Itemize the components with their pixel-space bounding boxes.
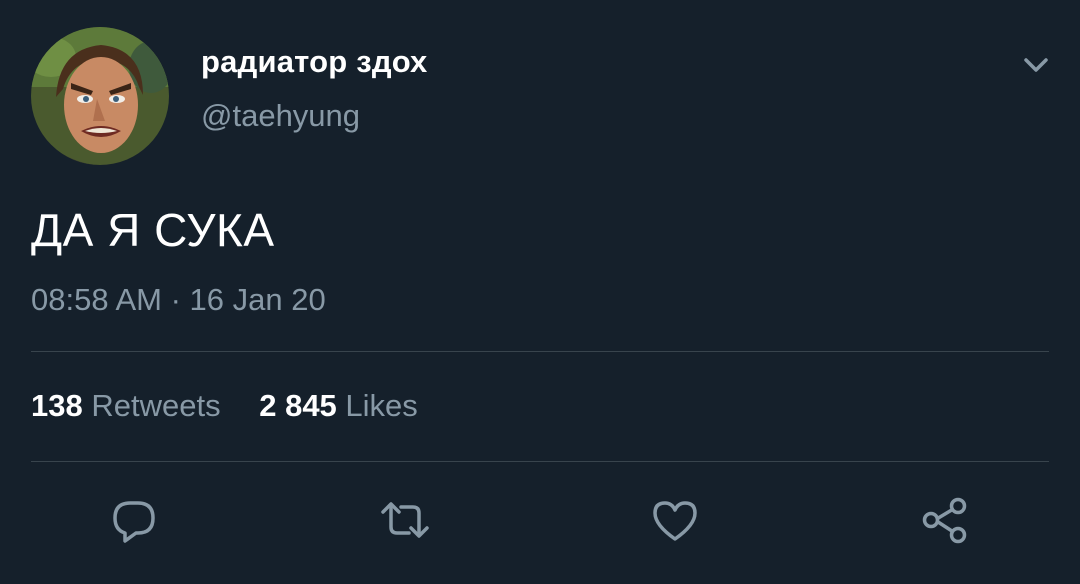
tweet-stats: 138 Retweets 2 845 Likes <box>31 388 418 424</box>
retweets-label: Retweets <box>91 388 221 423</box>
reply-icon <box>113 501 155 543</box>
retweets-stat[interactable]: 138 Retweets <box>31 388 221 424</box>
timestamp[interactable]: 08:58 AM · 16 Jan 20 <box>31 282 326 318</box>
handle[interactable]: @taehyung <box>201 98 360 134</box>
divider <box>31 351 1049 352</box>
heart-icon <box>653 501 697 541</box>
tweet-detail: радиатор здох @taehyung ДА Я СУКА 08:58 … <box>0 0 1080 584</box>
chevron-down-icon[interactable] <box>1016 50 1056 80</box>
share-icon <box>922 497 967 544</box>
like-button[interactable] <box>649 494 701 546</box>
tweet-text: ДА Я СУКА <box>31 204 275 256</box>
retweets-count: 138 <box>31 388 83 423</box>
avatar-image <box>31 27 169 165</box>
likes-label: Likes <box>345 388 418 423</box>
likes-stat[interactable]: 2 845 Likes <box>259 388 418 424</box>
divider <box>31 461 1049 462</box>
likes-count: 2 845 <box>259 388 337 423</box>
retweet-button[interactable] <box>379 494 431 546</box>
retweet-icon <box>381 502 429 538</box>
avatar[interactable] <box>31 27 169 165</box>
display-name[interactable]: радиатор здох <box>201 44 428 80</box>
share-button[interactable] <box>919 494 971 546</box>
reply-button[interactable] <box>108 494 160 546</box>
